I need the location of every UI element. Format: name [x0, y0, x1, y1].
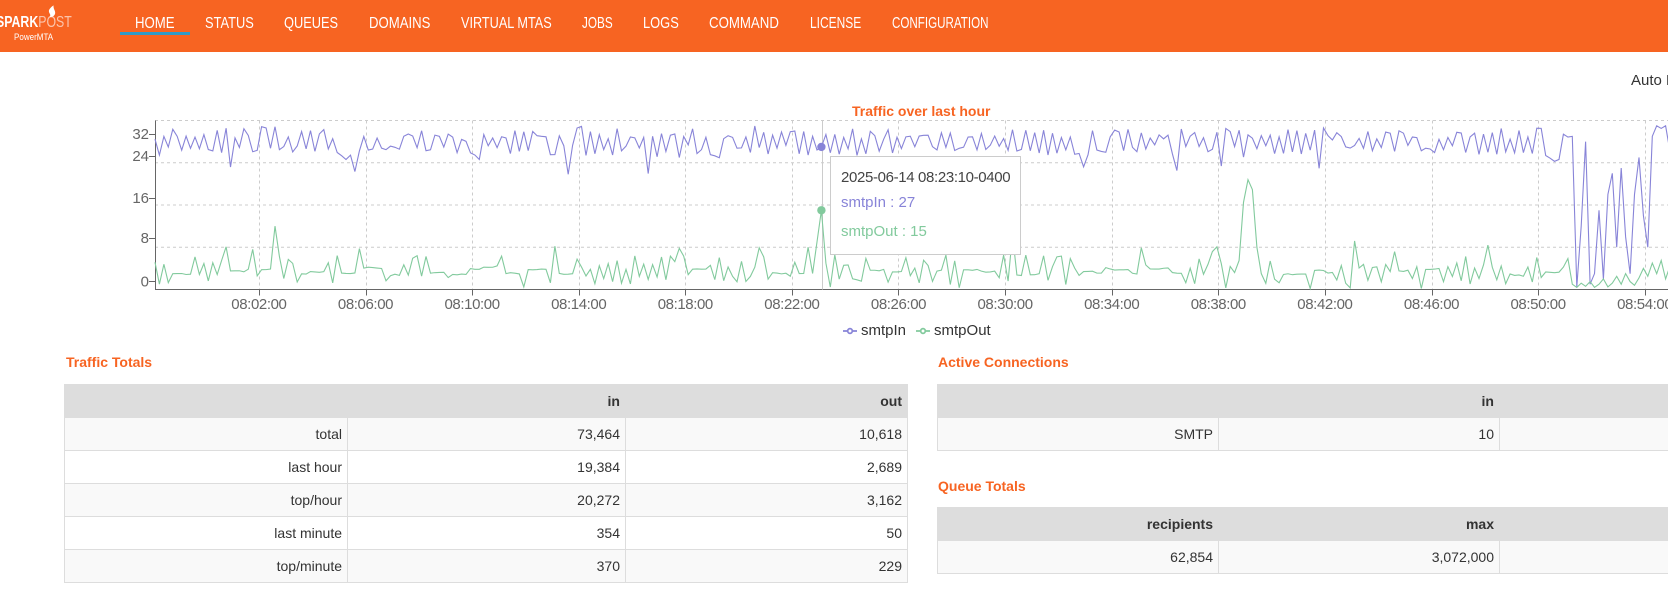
- svg-text:16: 16: [132, 190, 149, 207]
- svg-text:08:46:00: 08:46:00: [1404, 296, 1459, 313]
- svg-text:08:50:00: 08:50:00: [1510, 296, 1565, 313]
- svg-text:08:54:00: 08:54:00: [1617, 296, 1668, 313]
- svg-text:08:38:00: 08:38:00: [1191, 296, 1246, 313]
- svg-text:08:22:00: 08:22:00: [764, 296, 819, 313]
- svg-text:08:30:00: 08:30:00: [977, 296, 1032, 313]
- svg-text:08:34:00: 08:34:00: [1084, 296, 1139, 313]
- svg-text:8: 8: [141, 230, 149, 247]
- svg-text:08:18:00: 08:18:00: [658, 296, 713, 313]
- svg-text:08:42:00: 08:42:00: [1297, 296, 1352, 313]
- svg-text:0: 0: [141, 274, 149, 291]
- svg-text:08:10:00: 08:10:00: [444, 296, 499, 313]
- svg-text:08:02:00: 08:02:00: [231, 296, 286, 313]
- svg-text:32: 32: [132, 126, 149, 143]
- svg-text:08:06:00: 08:06:00: [338, 296, 393, 313]
- svg-text:08:26:00: 08:26:00: [871, 296, 926, 313]
- svg-text:24: 24: [132, 148, 149, 165]
- svg-text:08:14:00: 08:14:00: [551, 296, 606, 313]
